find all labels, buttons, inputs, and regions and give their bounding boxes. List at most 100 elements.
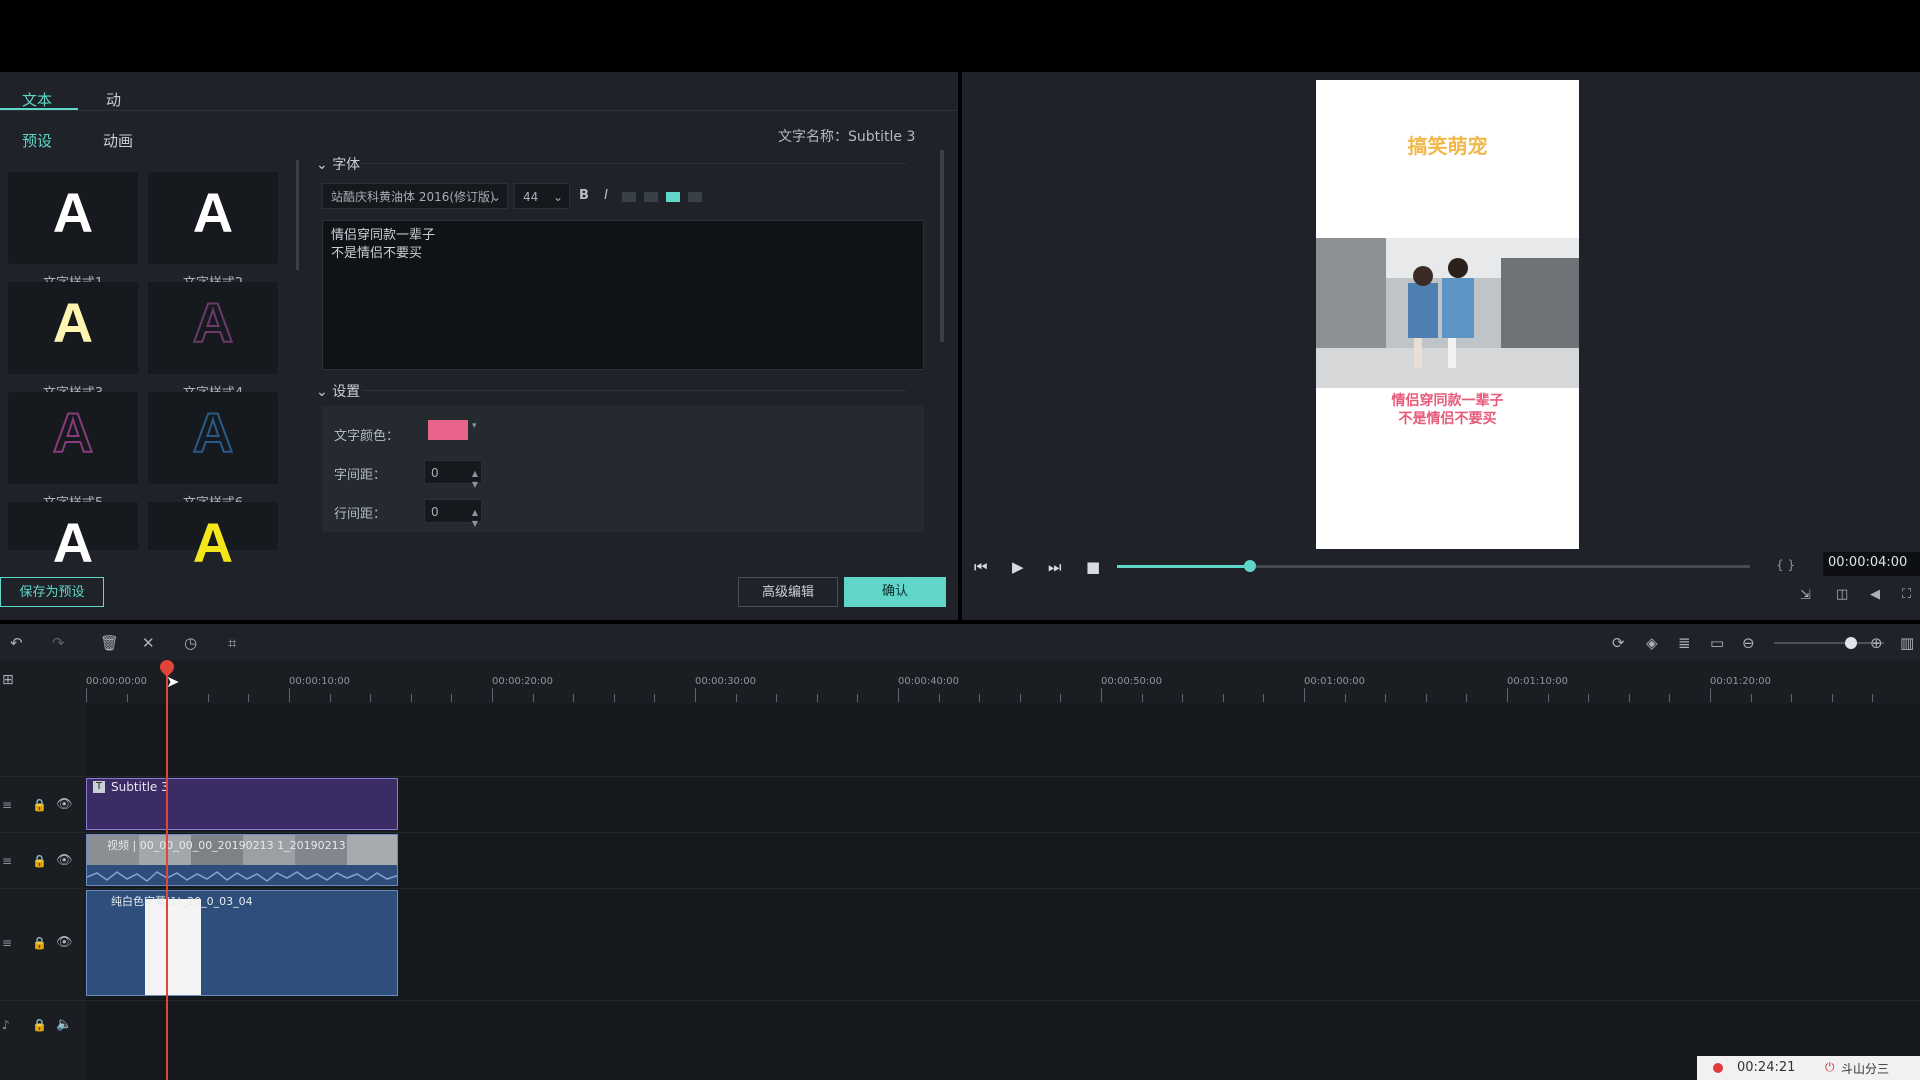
- previous-frame-icon[interactable]: ⏮: [974, 558, 988, 576]
- playhead[interactable]: [166, 662, 168, 1080]
- eye-icon[interactable]: 👁: [56, 935, 73, 950]
- editor-scrollbar[interactable]: [940, 150, 944, 342]
- delete-icon[interactable]: 🗑: [100, 634, 119, 652]
- speaker-icon[interactable]: 🔈: [56, 1017, 72, 1032]
- chevron-down-icon[interactable]: ▾: [472, 421, 477, 431]
- text-preset-card[interactable]: A: [148, 392, 278, 484]
- tab-text[interactable]: 文本: [22, 89, 52, 110]
- cut-icon[interactable]: ✕: [142, 634, 155, 652]
- advanced-edit-button[interactable]: 高级编辑: [738, 577, 838, 607]
- char-spacing-input[interactable]: 0 ▲ ▼: [424, 460, 482, 489]
- panel-toggle-icon[interactable]: ▥: [1900, 634, 1914, 652]
- align-left-icon[interactable]: [622, 192, 636, 202]
- ruler-tick: [613, 694, 615, 702]
- italic-button[interactable]: I: [598, 188, 614, 204]
- eye-icon[interactable]: 👁: [56, 853, 73, 868]
- subtitle-clip[interactable]: T Subtitle 3: [86, 778, 398, 830]
- track-divider: [0, 888, 1920, 889]
- ruler-tick: [329, 694, 331, 702]
- audio-track-type-icon: ♪: [2, 1018, 10, 1032]
- lock-icon[interactable]: 🔒: [32, 798, 47, 812]
- add-track-icon[interactable]: ⊞: [2, 672, 14, 688]
- title-clip[interactable]: 纯白色字幕(1)_20_0_03_04: [86, 890, 398, 996]
- power-icon: ⏻: [1825, 1060, 1835, 1074]
- scrubber-handle[interactable]: [1243, 560, 1256, 572]
- marker-icon[interactable]: ◈: [1646, 634, 1658, 652]
- ruler-label: 00:00:00:00: [86, 676, 148, 687]
- title-clip-thumbnail: [145, 899, 201, 995]
- play-icon[interactable]: ▶: [1012, 558, 1024, 576]
- text-color-swatch[interactable]: [428, 420, 468, 440]
- zoom-in-icon[interactable]: ⊕: [1870, 634, 1883, 652]
- settings-section-title[interactable]: ⌄ 设置: [316, 381, 360, 401]
- ruler-tick: [1060, 694, 1062, 702]
- ruler-tick: [1466, 694, 1468, 702]
- text-preset-card[interactable]: A: [148, 282, 278, 374]
- text-preset-card[interactable]: A: [148, 172, 278, 264]
- align-right-icon[interactable]: [666, 192, 680, 202]
- mark-in-out-icon[interactable]: { }: [1776, 558, 1795, 572]
- render-icon[interactable]: ⟳: [1612, 634, 1625, 652]
- timeline-toolbar: [0, 624, 1920, 660]
- ruler-label: 00:00:50:00: [1101, 676, 1163, 687]
- text-editor-panel: 文本 动 预设 动画 文字名称：Subtitle 3 A文字样式1A文字样式2A…: [0, 72, 958, 620]
- zoom-out-icon[interactable]: ⊖: [1742, 634, 1755, 652]
- zoom-slider[interactable]: [1774, 637, 1884, 649]
- zoom-slider-handle[interactable]: [1845, 637, 1857, 649]
- timeline-ruler[interactable]: [0, 660, 1920, 704]
- text-preset-card[interactable]: A: [8, 502, 138, 574]
- lock-icon[interactable]: 🔒: [32, 936, 47, 950]
- preset-scrollbar[interactable]: [296, 160, 299, 270]
- align-justify-icon[interactable]: [688, 192, 702, 202]
- video-preview[interactable]: 搞笑萌宠 情侣穿同款一辈子 不是情侣不要买: [1316, 80, 1579, 549]
- ruler-tick: [1182, 694, 1184, 702]
- eye-icon[interactable]: 👁: [56, 797, 73, 812]
- bold-button[interactable]: B: [576, 188, 592, 204]
- font-section-title[interactable]: ⌄ 字体: [316, 154, 360, 174]
- text-preset-card[interactable]: A: [8, 172, 138, 264]
- text-input[interactable]: 情侣穿同款一辈子 不是情侣不要买: [322, 220, 924, 370]
- tab-animation[interactable]: 动: [106, 89, 121, 110]
- next-frame-icon[interactable]: ⏭: [1048, 558, 1062, 576]
- volume-icon[interactable]: ◀: [1870, 587, 1880, 602]
- redo-icon[interactable]: ↷: [52, 634, 65, 652]
- preview-video-frame: [1316, 238, 1579, 388]
- ruler-tick: [1710, 688, 1711, 702]
- ruler-tick: [1425, 694, 1427, 702]
- ruler-tick: [776, 694, 778, 702]
- lock-icon[interactable]: 🔒: [32, 854, 47, 868]
- text-preset-card[interactable]: A: [8, 282, 138, 374]
- stop-icon[interactable]: ■: [1086, 558, 1100, 576]
- undo-icon[interactable]: ↶: [10, 634, 23, 652]
- crop-icon[interactable]: ⌗: [228, 634, 236, 652]
- confirm-button[interactable]: 确认: [844, 577, 946, 607]
- text-preset-card[interactable]: A: [8, 392, 138, 484]
- lock-icon[interactable]: 🔒: [32, 1018, 47, 1032]
- ruler-tick: [938, 694, 940, 702]
- line-spacing-input[interactable]: 0 ▲ ▼: [424, 499, 482, 528]
- mixer-icon[interactable]: ▭: [1710, 634, 1724, 652]
- track-divider: [0, 1000, 1920, 1001]
- speed-icon[interactable]: ◷: [184, 634, 197, 652]
- ruler-tick: [1872, 694, 1874, 702]
- video-clip[interactable]: 视频 | 00_00_00_00_20190213 1_20190213: [86, 834, 398, 886]
- font-size-select[interactable]: 44 ⌄: [514, 183, 570, 209]
- align-center-icon[interactable]: [644, 192, 658, 202]
- snapshot-icon[interactable]: ◫: [1836, 587, 1848, 602]
- render-preview-icon[interactable]: ⇲: [1800, 588, 1811, 603]
- save-preset-button[interactable]: 保存为预设: [0, 577, 104, 607]
- subtab-animation[interactable]: 动画: [103, 130, 133, 151]
- ruler-label: 00:00:30:00: [695, 676, 757, 687]
- voiceover-icon[interactable]: ≣: [1678, 634, 1691, 652]
- stepper-down-icon[interactable]: ▼: [472, 512, 478, 536]
- fullscreen-icon[interactable]: ⛶: [1902, 587, 1911, 602]
- font-family-select[interactable]: 站酷庆科黄油体 2016(修订版) ⌄: [322, 183, 508, 209]
- subtab-presets[interactable]: 预设: [22, 130, 52, 151]
- preview-scrubber[interactable]: [1117, 560, 1750, 572]
- video-clip-label: 视频 | 00_00_00_00_20190213 1_20190213: [107, 839, 346, 852]
- stepper-down-icon[interactable]: ▼: [472, 473, 478, 497]
- ruler-tick: [1750, 694, 1752, 702]
- ruler-tick: [1344, 694, 1346, 702]
- ruler-label: 00:00:40:00: [898, 676, 960, 687]
- text-preset-card[interactable]: A: [148, 502, 278, 574]
